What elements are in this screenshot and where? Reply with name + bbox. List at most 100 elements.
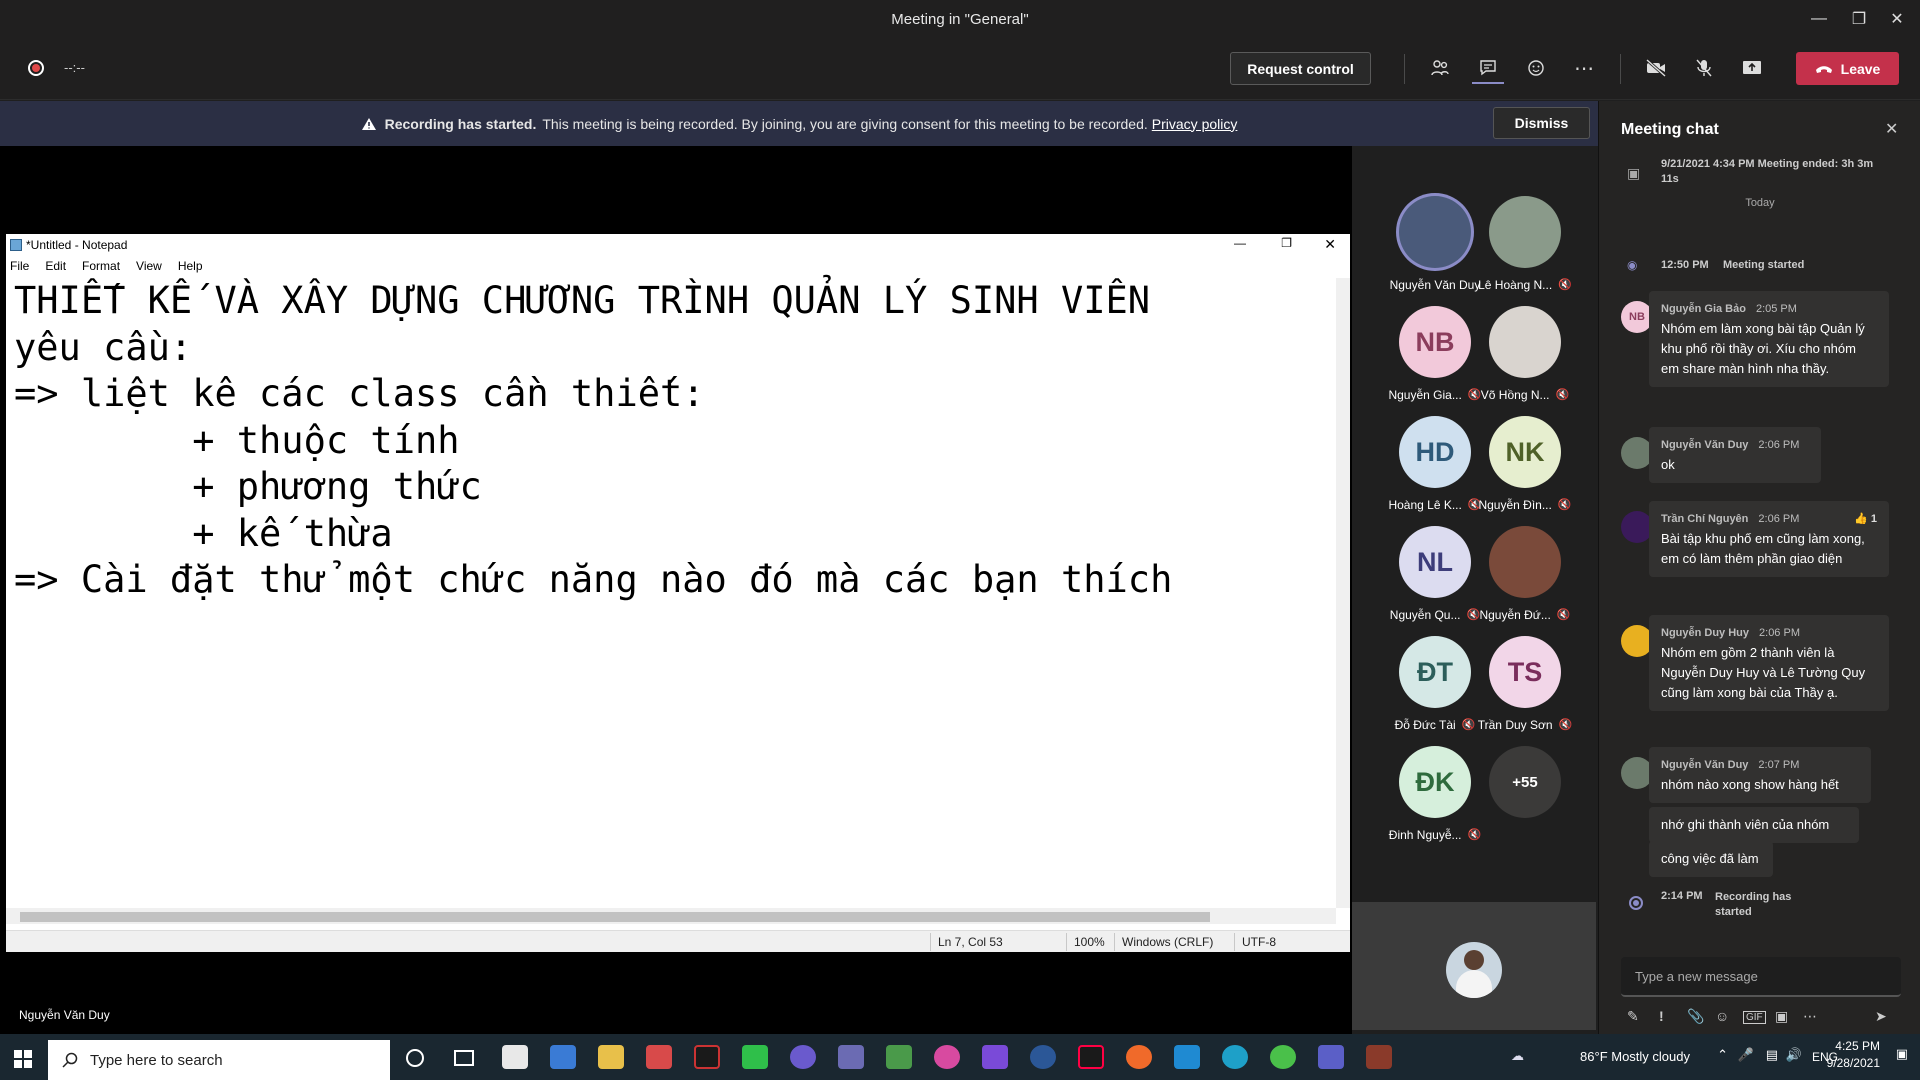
- teams-icon[interactable]: [1318, 1045, 1344, 1069]
- horizontal-scrollbar[interactable]: [6, 908, 1336, 924]
- reactions-icon[interactable]: [1520, 52, 1552, 84]
- task-view-icon[interactable]: [454, 1050, 474, 1066]
- file-explorer-icon[interactable]: [598, 1045, 624, 1069]
- phone-hangup-icon: [1815, 65, 1832, 73]
- menu-format[interactable]: Format: [82, 259, 120, 273]
- app-icon[interactable]: [886, 1045, 912, 1069]
- format-icon[interactable]: ✎: [1627, 1008, 1639, 1025]
- participant-tile[interactable]: Võ Hồng N... 🔇: [1470, 306, 1580, 402]
- chrome-icon[interactable]: [1270, 1045, 1296, 1069]
- dismiss-button[interactable]: Dismiss: [1493, 107, 1590, 139]
- important-icon[interactable]: !: [1659, 1008, 1664, 1024]
- notepad-title: *Untitled - Notepad: [26, 238, 128, 252]
- message-input[interactable]: Type a new message: [1621, 957, 1901, 997]
- avatar: NB: [1399, 306, 1471, 378]
- np-close-button[interactable]: ✕: [1324, 236, 1336, 253]
- obs-icon[interactable]: [790, 1045, 816, 1069]
- participant-name: Đỗ Đức Tài: [1394, 718, 1456, 732]
- chat-icon[interactable]: [1472, 52, 1504, 84]
- close-chat-icon[interactable]: ✕: [1885, 119, 1898, 139]
- message-time: 2:05 PM: [1755, 303, 1797, 315]
- app-icon[interactable]: [1366, 1045, 1392, 1069]
- app-icon[interactable]: [646, 1045, 672, 1069]
- participant-tile[interactable]: Lê Hoàng N... 🔇: [1470, 196, 1580, 292]
- store-icon[interactable]: [550, 1045, 576, 1069]
- vertical-scrollbar[interactable]: [1336, 278, 1350, 908]
- np-restore-button[interactable]: ❐: [1281, 236, 1292, 250]
- window-title: Meeting in "General": [891, 10, 1029, 28]
- edge-icon[interactable]: [1222, 1045, 1248, 1069]
- cortana-icon[interactable]: [406, 1049, 424, 1067]
- network-icon[interactable]: ▤: [1766, 1047, 1778, 1063]
- np-minimize-button[interactable]: —: [1234, 236, 1246, 250]
- package-icon[interactable]: [838, 1045, 864, 1069]
- notepad-text-area[interactable]: THIẾT KẾ VÀ XÂY DỰNG CHƯƠNG TRÌNH QUẢN L…: [6, 278, 1336, 908]
- windows-start-icon[interactable]: [14, 1050, 32, 1073]
- text-line: + thuộc tính: [14, 418, 460, 462]
- line-ending: Windows (CRLF): [1122, 935, 1214, 949]
- scroll-thumb[interactable]: [20, 912, 1210, 922]
- window-title-bar: Meeting in "General": [0, 0, 1920, 38]
- menu-edit[interactable]: Edit: [45, 259, 66, 273]
- search-placeholder: Type here to search: [90, 1051, 223, 1069]
- clock-time[interactable]: 4:25 PM: [1810, 1039, 1880, 1053]
- menu-help[interactable]: Help: [178, 259, 203, 273]
- message-time: 2:06 PM: [1758, 439, 1800, 451]
- message-text: Bài tập khu phố em cũng làm xong, em có …: [1661, 531, 1865, 566]
- emoji-icon[interactable]: ☺: [1715, 1008, 1729, 1024]
- mic-icon[interactable]: 🎤: [1738, 1047, 1754, 1063]
- taskbar-search[interactable]: Type here to search: [48, 1040, 390, 1080]
- participant-tile[interactable]: TS Trần Duy Sơn 🔇: [1470, 636, 1580, 732]
- chevron-up-icon[interactable]: ⌃: [1717, 1047, 1728, 1063]
- people-icon[interactable]: [1424, 52, 1456, 84]
- request-control-button[interactable]: Request control: [1230, 52, 1371, 85]
- clock-date[interactable]: 9/28/2021: [1810, 1056, 1880, 1070]
- word-icon[interactable]: [1030, 1045, 1056, 1069]
- meeting-timer: --:--: [64, 60, 85, 75]
- mail-icon[interactable]: [502, 1045, 528, 1069]
- more-options-icon[interactable]: ⋯: [1568, 52, 1600, 84]
- participant-tile[interactable]: Nguyễn Đứ... 🔇: [1470, 526, 1580, 622]
- notepad-title-bar: *Untitled - Notepad — ❐ ✕: [6, 234, 1350, 256]
- participant-tile[interactable]: NK Nguyễn Đìn... 🔇: [1470, 416, 1580, 512]
- menu-file[interactable]: File: [10, 259, 29, 273]
- mic-muted-icon: 🔇: [1558, 719, 1573, 731]
- volume-icon[interactable]: 🔊: [1786, 1047, 1802, 1063]
- participant-name: Võ Hồng N...: [1480, 388, 1550, 402]
- mic-off-icon[interactable]: [1688, 52, 1720, 84]
- vscode-icon[interactable]: [1174, 1045, 1200, 1069]
- participant-tile[interactable]: +55: [1470, 746, 1580, 818]
- participant-name: Nguyễn Gia...: [1388, 388, 1462, 402]
- privacy-policy-link[interactable]: Privacy policy: [1152, 116, 1238, 132]
- attach-icon[interactable]: 📎: [1687, 1008, 1704, 1025]
- participant-name: Hoàng Lê K...: [1388, 498, 1462, 512]
- send-icon[interactable]: ➤: [1875, 1008, 1887, 1025]
- close-window-button[interactable]: ✕: [1874, 0, 1920, 38]
- text-line: yêu cầu:: [14, 325, 193, 369]
- notification-icon[interactable]: ▣: [1896, 1046, 1908, 1062]
- garena-icon[interactable]: [694, 1045, 720, 1069]
- visual-studio-icon[interactable]: [982, 1045, 1008, 1069]
- leave-button[interactable]: Leave: [1796, 52, 1899, 85]
- reaction-count: 1: [1870, 513, 1877, 525]
- more-icon[interactable]: ⋯: [1803, 1008, 1817, 1025]
- weather-icon[interactable]: ☁: [1511, 1048, 1524, 1064]
- text-line: + phương thức: [14, 465, 482, 508]
- mic-muted-icon: 🔇: [1556, 609, 1571, 621]
- gif-icon[interactable]: GIF: [1743, 1011, 1766, 1024]
- postman-icon[interactable]: [1126, 1045, 1152, 1069]
- menu-view[interactable]: View: [136, 259, 162, 273]
- sticker-icon[interactable]: ▣: [1775, 1008, 1788, 1025]
- mic-muted-icon: 🔇: [1555, 389, 1570, 401]
- like-icon[interactable]: 👍 1: [1854, 509, 1877, 529]
- avatar: [1446, 942, 1502, 998]
- recording-text: Recording has started: [1715, 891, 1792, 918]
- app-icon[interactable]: [934, 1045, 960, 1069]
- camera-off-icon[interactable]: [1640, 52, 1672, 84]
- codeblocks-icon[interactable]: [742, 1045, 768, 1069]
- avatar: ĐT: [1399, 636, 1471, 708]
- leave-label: Leave: [1840, 60, 1881, 77]
- share-screen-icon[interactable]: [1736, 52, 1768, 84]
- weather-text[interactable]: 86°F Mostly cloudy: [1580, 1049, 1690, 1064]
- jetbrains-icon[interactable]: [1078, 1045, 1104, 1069]
